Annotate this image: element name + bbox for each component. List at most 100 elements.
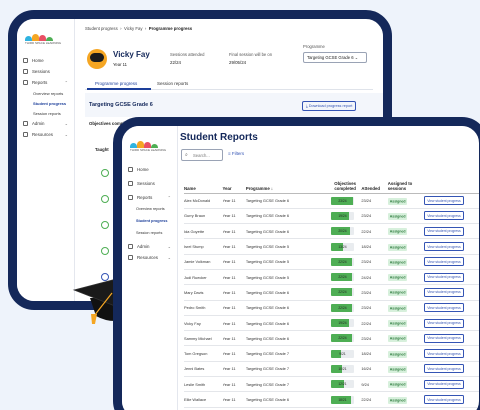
col-header-year[interactable]: Year	[222, 170, 246, 194]
col-header-assigned[interactable]: Assigned to sessions	[387, 170, 425, 194]
cell-attended: 23/24	[361, 193, 388, 209]
col-header-name[interactable]: Name	[184, 170, 223, 194]
view-student-progress-button[interactable]: View student progress	[424, 395, 464, 404]
view-student-progress-button[interactable]: View student progress	[424, 349, 464, 359]
final-session-label: Final session will be on	[229, 52, 273, 57]
view-student-progress-button[interactable]: View student progress	[424, 379, 464, 389]
cell-programme: Targeting GCSE Grade 7	[245, 345, 331, 362]
cell-year: Year 11	[222, 208, 246, 225]
check-circle-icon	[101, 195, 109, 203]
objectives-value: 13/24	[338, 244, 347, 249]
cell-assigned: Assigned	[387, 238, 425, 255]
cell-name: Gurry Braun	[184, 208, 223, 225]
cell-attended: 23/24	[361, 254, 388, 270]
search-icon: ⌕	[185, 152, 188, 158]
sidebar-item-sessions[interactable]: Sessions	[122, 178, 177, 189]
sidebar-item-reports[interactable]: Reports ⌃	[122, 192, 177, 203]
view-student-progress-button[interactable]: View student progress	[424, 318, 464, 328]
table-row: Sammy Michael Year 11 Targeting GCSE Grade…	[184, 330, 479, 347]
cell-year: Year 11	[222, 254, 246, 270]
objectives-progress-bar: 20/24	[330, 227, 354, 236]
cell-attended: 22/24	[361, 223, 388, 240]
sidebar-subitem-student-progress[interactable]: Student progress	[122, 215, 177, 227]
tab-programme-progress[interactable]: Programme progress	[95, 81, 137, 86]
table-row: Gurry Braun Year 11 Targeting GCSE Grade 6…	[184, 208, 479, 225]
cell-action: View student progress	[424, 361, 479, 378]
view-student-progress-button[interactable]: View student progress	[424, 287, 464, 297]
status-badge: Assigned	[387, 228, 408, 236]
admin-icon	[128, 244, 133, 249]
table-row: Mary Davis Year 11 Targeting GCSE Grade 6 2…	[184, 284, 479, 301]
view-student-progress-button[interactable]: View student progress	[424, 226, 464, 236]
sidebar-item-resources[interactable]: Resources ⌄	[17, 129, 74, 140]
view-student-progress-button[interactable]: View student progress	[424, 211, 464, 221]
cell-name: Ida Goyette	[184, 223, 223, 240]
view-student-progress-button[interactable]: View student progress	[424, 303, 464, 313]
sidebar-item-home[interactable]: Home	[17, 55, 74, 66]
objectives-value: 9/21	[339, 351, 346, 356]
view-student-progress-button[interactable]: View student progress	[424, 364, 464, 374]
cell-assigned: Assigned	[387, 315, 425, 332]
objectives-value: 23/24	[338, 198, 347, 203]
breadcrumb-item[interactable]: Vicky Fay	[124, 26, 143, 31]
taught-header: Taught	[95, 147, 109, 152]
cell-programme: Targeting GCSE Grade 6	[245, 391, 331, 408]
col-header-attended[interactable]: Attended	[361, 170, 388, 194]
sidebar-item-label: Admin	[137, 244, 150, 249]
cell-attended: 18/24	[361, 345, 388, 362]
sidebar-item-home[interactable]: Home	[122, 164, 177, 175]
logo	[25, 27, 74, 41]
sidebar-item-admin[interactable]: Admin ⌄	[17, 118, 74, 129]
tab-session-reports[interactable]: Session reports	[157, 81, 188, 86]
search-input[interactable]: ⌕ Search...	[181, 149, 223, 161]
cell-programme: Targeting GCSE Grade 6	[245, 223, 331, 240]
page-title: Student Reports	[180, 132, 258, 143]
col-header-objectives[interactable]: Objectives completed	[330, 170, 362, 194]
cell-assigned: Assigned	[387, 376, 425, 393]
cell-assigned: Assigned	[387, 391, 425, 408]
sidebar-item-reports[interactable]: Reports ⌃	[17, 77, 74, 88]
check-circle-icon	[101, 169, 109, 177]
col-header-programme[interactable]: Programme ↓	[245, 170, 331, 194]
cell-objectives: 13/24	[330, 238, 362, 255]
view-student-progress-button[interactable]: View student progress	[424, 242, 464, 252]
objectives-value: 22/24	[338, 259, 347, 264]
status-badge: Assigned	[387, 396, 408, 404]
cell-attended: 9/24	[361, 376, 388, 393]
sidebar-item-sessions[interactable]: Sessions	[17, 66, 74, 77]
programme-select[interactable]: Targeting GCSE Grade 6 ⌄	[303, 52, 367, 63]
objectives-progress-bar: 10/21	[330, 364, 354, 373]
download-progress-button[interactable]: ⤓ Download progress report	[302, 101, 357, 111]
programme-select-value: Targeting GCSE Grade 6	[307, 55, 354, 60]
table-row: Judi Ruecker Year 11 Targeting GCSE Grade …	[184, 269, 479, 286]
cell-attended: 22/24	[361, 391, 388, 408]
sidebar-item-resources[interactable]: Resources ⌄	[122, 252, 177, 263]
sidebar-subitem-overview[interactable]: Overview reports	[17, 88, 74, 98]
view-student-progress-button[interactable]: View student progress	[424, 257, 464, 267]
cell-name: Sammy Michael	[184, 330, 223, 347]
sidebar-item-admin[interactable]: Admin ⌄	[122, 241, 177, 252]
cell-objectives: 22/24	[330, 330, 362, 347]
status-badge: Assigned	[387, 212, 408, 220]
cell-objectives: 22/24	[330, 300, 362, 316]
sidebar-subitem-overview[interactable]: Overview reports	[122, 203, 177, 215]
view-student-progress-button[interactable]: View student progress	[424, 272, 464, 282]
filters-button[interactable]: ≡ Filters	[228, 151, 244, 156]
table-row: Leslie Smith Year 11 Targeting GCSE Grade …	[184, 376, 479, 393]
sidebar-subitem-session-reports[interactable]: Session reports	[122, 227, 177, 239]
sidebar-subitem-session-reports[interactable]: Session reports	[17, 108, 74, 118]
sidebar-item-label: Admin	[32, 121, 45, 126]
resources-icon	[128, 255, 133, 260]
view-student-progress-button[interactable]: View student progress	[424, 333, 464, 343]
cell-action: View student progress	[424, 223, 479, 240]
sidebar-item-label: Home	[32, 58, 44, 63]
cell-assigned: Assigned	[387, 193, 425, 209]
student-reports-window: THIRD SPACE LEARNING Home Sessions Repor…	[113, 117, 480, 410]
status-badge: Assigned	[387, 258, 408, 266]
cell-assigned: Assigned	[387, 254, 425, 270]
breadcrumb-item[interactable]: Student progress	[85, 26, 118, 31]
table-row: Vicky Fay Year 11 Targeting GCSE Grade 6 19…	[184, 315, 479, 332]
sidebar-subitem-student-progress[interactable]: Student progress	[17, 98, 74, 108]
cell-attended: 23/24	[361, 284, 388, 301]
view-student-progress-button[interactable]: View student progress	[424, 196, 464, 206]
